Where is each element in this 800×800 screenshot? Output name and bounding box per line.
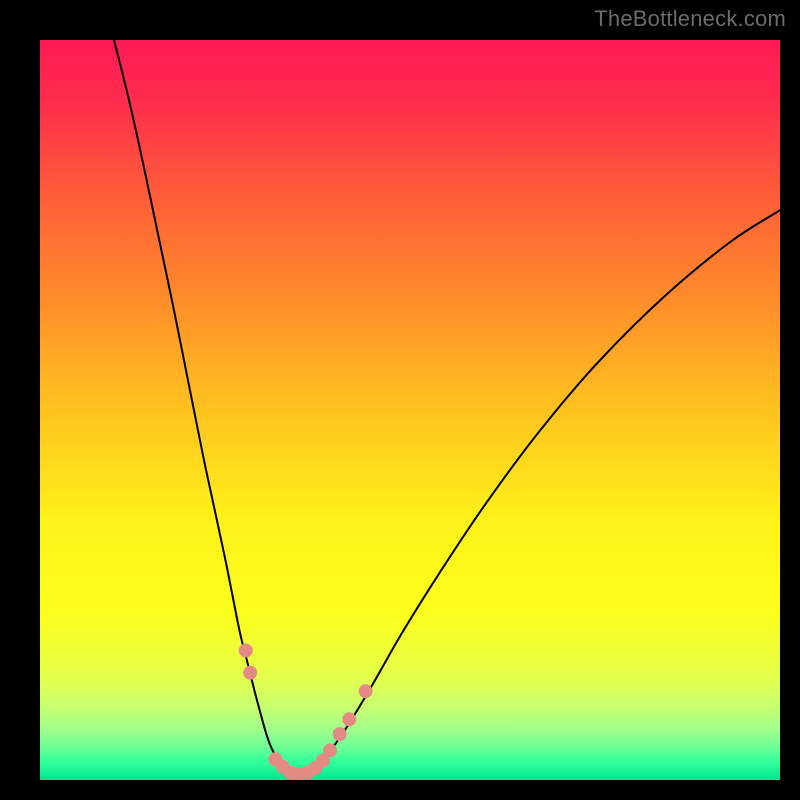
- marker-dot: [323, 743, 337, 757]
- marker-dot: [342, 712, 356, 726]
- marker-dot: [333, 727, 347, 741]
- marker-dot: [239, 644, 253, 658]
- chart-frame: TheBottleneck.com: [0, 0, 800, 800]
- series-left-branch: [114, 40, 292, 776]
- chart-svg: [40, 40, 780, 780]
- watermark-text: TheBottleneck.com: [594, 6, 786, 32]
- marker-dot: [243, 666, 257, 680]
- marker-dot: [359, 684, 373, 698]
- series-right-branch: [306, 210, 780, 776]
- plot-area: [40, 40, 780, 780]
